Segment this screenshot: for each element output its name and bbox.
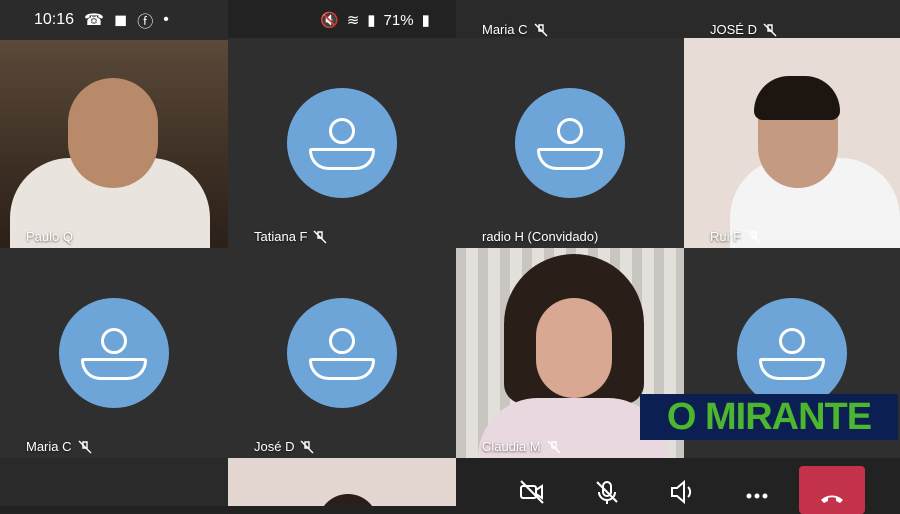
dot-icon: •	[163, 11, 169, 28]
mic-muted-icon	[78, 440, 92, 454]
avatar	[515, 88, 625, 198]
more-icon[interactable]	[743, 478, 771, 506]
participant-name: JOSÉ D	[710, 22, 777, 37]
mic-muted-icon	[313, 230, 327, 244]
participant-name: Rui F	[710, 229, 761, 244]
bottom-tile-video[interactable]	[228, 458, 456, 506]
battery-icon: ▮	[421, 12, 430, 29]
phone-icon: ☎	[84, 12, 104, 29]
facebook-icon: ⓕ	[137, 14, 154, 31]
participant-strip-jose[interactable]: JOSÉ D	[684, 0, 900, 38]
watermark-logo: O MIRANTE	[640, 394, 898, 440]
phone-status-bar: 10:16 ☎ ◼ ⓕ •	[0, 0, 228, 40]
mic-off-icon[interactable]	[593, 478, 621, 506]
participant-name: José D	[254, 439, 314, 454]
participant-name: radio H (Convidado)	[482, 229, 599, 244]
avatar	[737, 298, 847, 408]
battery-level: 71%	[383, 11, 414, 29]
wifi-icon: ≋	[346, 12, 360, 29]
avatar	[287, 298, 397, 408]
speaker-icon[interactable]	[668, 478, 696, 506]
participant-name: Paulo Q	[26, 229, 73, 244]
participant-name: Cláudia M	[482, 439, 561, 454]
participant-tile-jose[interactable]: José D	[228, 248, 456, 458]
mic-muted-icon	[747, 230, 761, 244]
person-head	[318, 494, 378, 506]
participant-tile-paulo[interactable]: Paulo Q	[0, 38, 228, 248]
status-indicators: 🔇 ≋ ▮ 71% ▮	[320, 0, 430, 40]
call-controls	[456, 458, 900, 514]
participant-name: Maria C	[26, 439, 92, 454]
teams-icon: ◼	[113, 12, 128, 29]
mic-muted-icon	[300, 440, 314, 454]
person-hair	[754, 76, 840, 120]
mic-muted-icon	[547, 440, 561, 454]
person-head	[536, 298, 612, 398]
hangup-icon	[821, 495, 843, 503]
bottom-tile-left	[0, 458, 228, 506]
participant-tile-rui[interactable]: Rui F	[684, 38, 900, 248]
signal-icon: ▮	[367, 12, 376, 29]
person-head	[68, 78, 158, 188]
avatar	[59, 298, 169, 408]
participant-tile-tatiana[interactable]: Tatiana F	[228, 38, 456, 248]
mute-icon: 🔇	[320, 12, 339, 29]
mic-muted-icon	[763, 23, 777, 37]
participant-name: Maria C	[482, 22, 548, 37]
mic-muted-icon	[534, 23, 548, 37]
participant-strip-maria[interactable]: Maria C	[456, 0, 684, 38]
avatar	[287, 88, 397, 198]
participant-tile-maria[interactable]: Maria C	[0, 248, 228, 458]
status-time: 10:16	[34, 11, 75, 28]
participant-name: Tatiana F	[254, 229, 327, 244]
participant-tile-radio[interactable]: radio H (Convidado)	[456, 38, 684, 248]
video-off-icon[interactable]	[518, 478, 546, 506]
hangup-button[interactable]	[799, 466, 865, 514]
